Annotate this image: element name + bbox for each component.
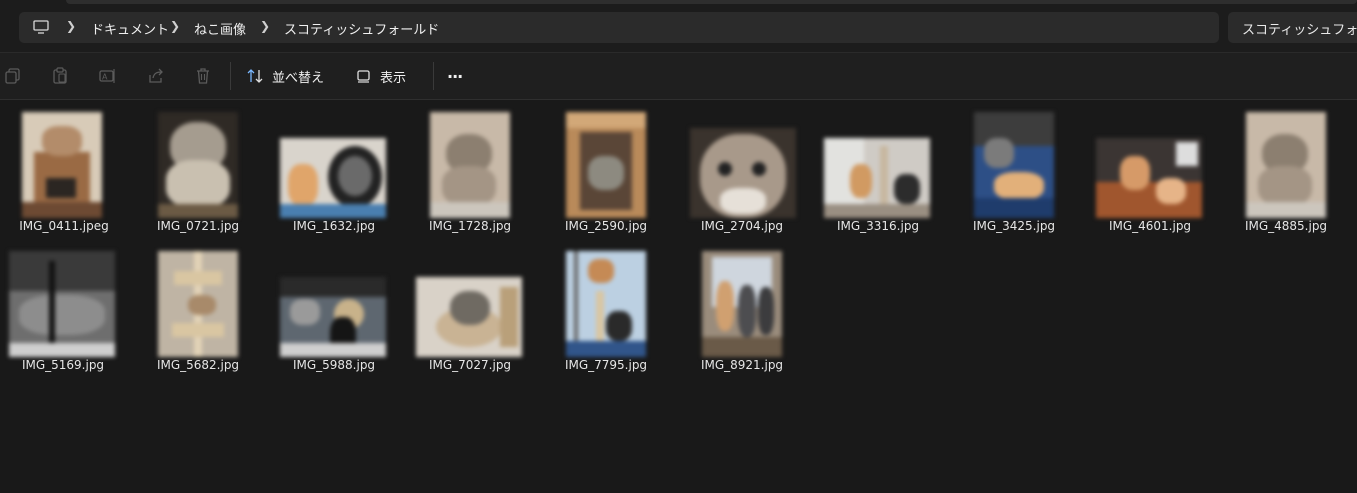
file-name: IMG_5169.jpg xyxy=(21,358,105,372)
file-name: IMG_1728.jpg xyxy=(428,219,512,233)
file-item[interactable]: IMG_3316.jpg xyxy=(810,104,946,240)
breadcrumb-documents[interactable]: ドキュメント xyxy=(91,19,169,38)
sort-icon xyxy=(247,69,263,83)
toolbar-separator xyxy=(433,62,434,90)
file-thumbnail xyxy=(1246,112,1326,218)
copy-icon[interactable] xyxy=(4,67,22,85)
address-bar[interactable]: ❯ ドキュメント ❯ ねこ画像 ❯ スコティッシュフォールド xyxy=(19,12,1219,43)
file-item[interactable]: IMG_4885.jpg xyxy=(1218,104,1354,240)
file-item[interactable]: IMG_2590.jpg xyxy=(538,104,674,240)
file-item[interactable]: IMG_0411.jpeg xyxy=(0,104,132,240)
file-item[interactable]: IMG_0721.jpg xyxy=(130,104,266,240)
file-name: IMG_3316.jpg xyxy=(836,219,920,233)
file-thumbnail xyxy=(9,251,115,357)
file-thumbnail xyxy=(430,112,510,218)
file-thumbnail xyxy=(280,138,386,218)
svg-text:A: A xyxy=(102,73,108,82)
file-thumbnail xyxy=(566,112,646,218)
file-name: IMG_5988.jpg xyxy=(292,358,376,372)
view-label: 表示 xyxy=(380,70,407,86)
trash-icon[interactable] xyxy=(194,67,212,85)
file-thumbnail xyxy=(566,251,646,357)
file-item[interactable]: IMG_1632.jpg xyxy=(266,104,402,240)
toolbar-separator xyxy=(230,62,231,90)
divider xyxy=(0,99,1357,100)
chevron-right-icon[interactable]: ❯ xyxy=(260,19,270,33)
file-item[interactable]: IMG_1728.jpg xyxy=(402,104,538,240)
chevron-right-icon[interactable]: ❯ xyxy=(66,19,76,33)
file-thumbnail xyxy=(158,251,238,357)
file-name: IMG_3425.jpg xyxy=(972,219,1056,233)
file-item[interactable]: IMG_5169.jpg xyxy=(0,243,131,379)
file-item[interactable]: IMG_3425.jpg xyxy=(946,104,1082,240)
file-thumbnail xyxy=(22,112,102,218)
sort-button[interactable]: 並べ替え xyxy=(246,61,324,91)
file-thumbnail xyxy=(1096,138,1202,218)
file-name: IMG_7027.jpg xyxy=(428,358,512,372)
more-icon: ··· xyxy=(447,66,463,86)
file-name: IMG_0411.jpeg xyxy=(19,219,109,233)
file-item[interactable]: IMG_2704.jpg xyxy=(674,104,810,240)
computer-icon[interactable] xyxy=(33,20,49,34)
file-name: IMG_5682.jpg xyxy=(156,358,240,372)
file-item[interactable]: IMG_4601.jpg xyxy=(1082,104,1218,240)
search-input[interactable]: スコティッシュフォールドの検索 xyxy=(1228,12,1357,43)
tab-strip-edge xyxy=(66,0,1357,4)
breadcrumb-cat-images[interactable]: ねこ画像 xyxy=(194,19,246,38)
file-item[interactable]: IMG_7795.jpg xyxy=(538,243,674,379)
file-thumbnail xyxy=(702,251,782,357)
file-thumbnail xyxy=(974,112,1054,218)
file-name: IMG_7795.jpg xyxy=(564,358,648,372)
command-bar: A 並べ替え 表示 ··· xyxy=(0,53,1357,99)
file-name: IMG_2590.jpg xyxy=(564,219,648,233)
file-name: IMG_1632.jpg xyxy=(292,219,376,233)
file-thumbnail xyxy=(690,128,796,218)
file-thumbnail xyxy=(158,112,238,218)
file-item[interactable]: IMG_5988.jpg xyxy=(266,243,402,379)
file-item[interactable]: IMG_7027.jpg xyxy=(402,243,538,379)
view-button[interactable]: 表示 xyxy=(356,61,406,91)
breadcrumb-scottish-fold[interactable]: スコティッシュフォールド xyxy=(284,19,439,38)
file-name: IMG_4885.jpg xyxy=(1244,219,1328,233)
file-thumbnail xyxy=(416,277,522,357)
sort-label: 並べ替え xyxy=(272,70,325,86)
file-thumbnail xyxy=(280,277,386,357)
file-name: IMG_4601.jpg xyxy=(1108,219,1192,233)
chevron-right-icon[interactable]: ❯ xyxy=(170,19,180,33)
share-icon[interactable] xyxy=(147,67,165,85)
file-name: IMG_8921.jpg xyxy=(700,358,784,372)
file-item[interactable]: IMG_8921.jpg xyxy=(674,243,810,379)
rename-icon[interactable]: A xyxy=(99,67,117,85)
file-name: IMG_0721.jpg xyxy=(156,219,240,233)
view-icon xyxy=(357,70,370,83)
more-options-button[interactable]: ··· xyxy=(447,61,463,91)
file-name: IMG_2704.jpg xyxy=(700,219,784,233)
file-item[interactable]: IMG_5682.jpg xyxy=(130,243,266,379)
file-thumbnail xyxy=(824,138,930,218)
paste-icon[interactable] xyxy=(51,67,69,85)
